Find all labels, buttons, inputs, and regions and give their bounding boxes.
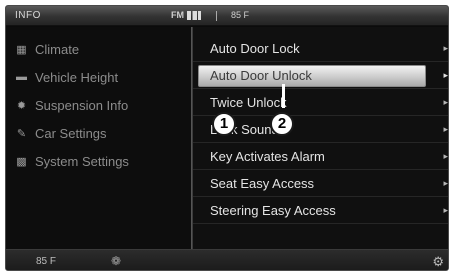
callout-pointer [282,84,285,108]
callout-marker-1: 1 [212,112,236,136]
sidebar-item-label: Climate [35,41,80,57]
menu-item-label: Twice Unlock [210,95,287,110]
menu-item-label: Auto Door Lock [210,41,300,56]
menu-item-steering-easy-access[interactable]: Steering Easy Access ▸ [193,198,448,224]
radio-band-label: FM [171,10,184,20]
menu-item-label: Steering Easy Access [210,203,336,218]
chevron-right-icon: ▸ [443,43,448,53]
sidebar-item-label: System Settings [35,153,129,169]
menu-item-label: Key Activates Alarm [210,149,325,164]
menu-item-seat-easy-access[interactable]: Seat Easy Access ▸ [193,171,448,197]
sidebar-item-suspension-info[interactable]: ✹ Suspension Info [14,95,128,115]
settings-menu: Auto Door Lock ▸ Auto Door Unlock ▸ Twic… [193,27,448,249]
suspension-icon: ✹ [16,99,27,112]
infotainment-screen: INFO FM 85 F ▦ Climate ▬ Vehicle Height … [5,5,449,271]
settings-gear-icon[interactable]: ⚙ [432,254,444,270]
screen-title: INFO [15,10,41,21]
menu-item-twice-unlock[interactable]: Twice Unlock ▸ [193,90,448,116]
sidebar-item-vehicle-height[interactable]: ▬ Vehicle Height [14,67,118,87]
bottom-bar: 85 F ❁ ⚙ [6,249,448,270]
chevron-right-icon: ▸ [443,178,448,188]
outside-temperature: 85 F [231,10,250,20]
menu-item-auto-door-lock[interactable]: Auto Door Lock ▸ [193,36,448,62]
sidebar-item-system-settings[interactable]: ▩ System Settings [14,151,129,171]
climate-icon: ▦ [16,43,27,56]
chevron-right-icon: ▸ [443,205,448,215]
fan-icon[interactable]: ❁ [111,254,121,268]
chevron-right-icon: ▸ [443,151,448,161]
sidebar-item-climate[interactable]: ▦ Climate [14,39,79,59]
chevron-right-icon: ▸ [443,97,448,107]
sidebar-item-label: Car Settings [35,125,107,141]
chevron-right-icon: ▸ [443,124,448,134]
bottom-temperature: 85 F [36,256,57,267]
signal-strength-icon [187,11,201,20]
menu-item-label: Seat Easy Access [210,176,315,191]
sidebar-item-car-settings[interactable]: ✎ Car Settings [14,123,107,143]
vehicle-icon: ▬ [16,71,27,83]
menu-item-auto-door-unlock[interactable]: Auto Door Unlock ▸ [193,63,448,89]
callout-marker-2: 2 [270,112,294,136]
system-settings-icon: ▩ [16,155,27,168]
sidebar-item-label: Suspension Info [35,97,129,113]
category-sidebar: ▦ Climate ▬ Vehicle Height ✹ Suspension … [6,27,191,249]
menu-item-key-activates-alarm[interactable]: Key Activates Alarm ▸ [193,144,448,170]
sidebar-item-label: Vehicle Height [35,69,119,85]
status-bar: INFO FM 85 F [6,6,448,26]
chevron-right-icon: ▸ [443,70,448,80]
status-separator [216,11,217,21]
car-settings-icon: ✎ [16,127,27,140]
menu-item-label: Auto Door Unlock [210,68,312,83]
